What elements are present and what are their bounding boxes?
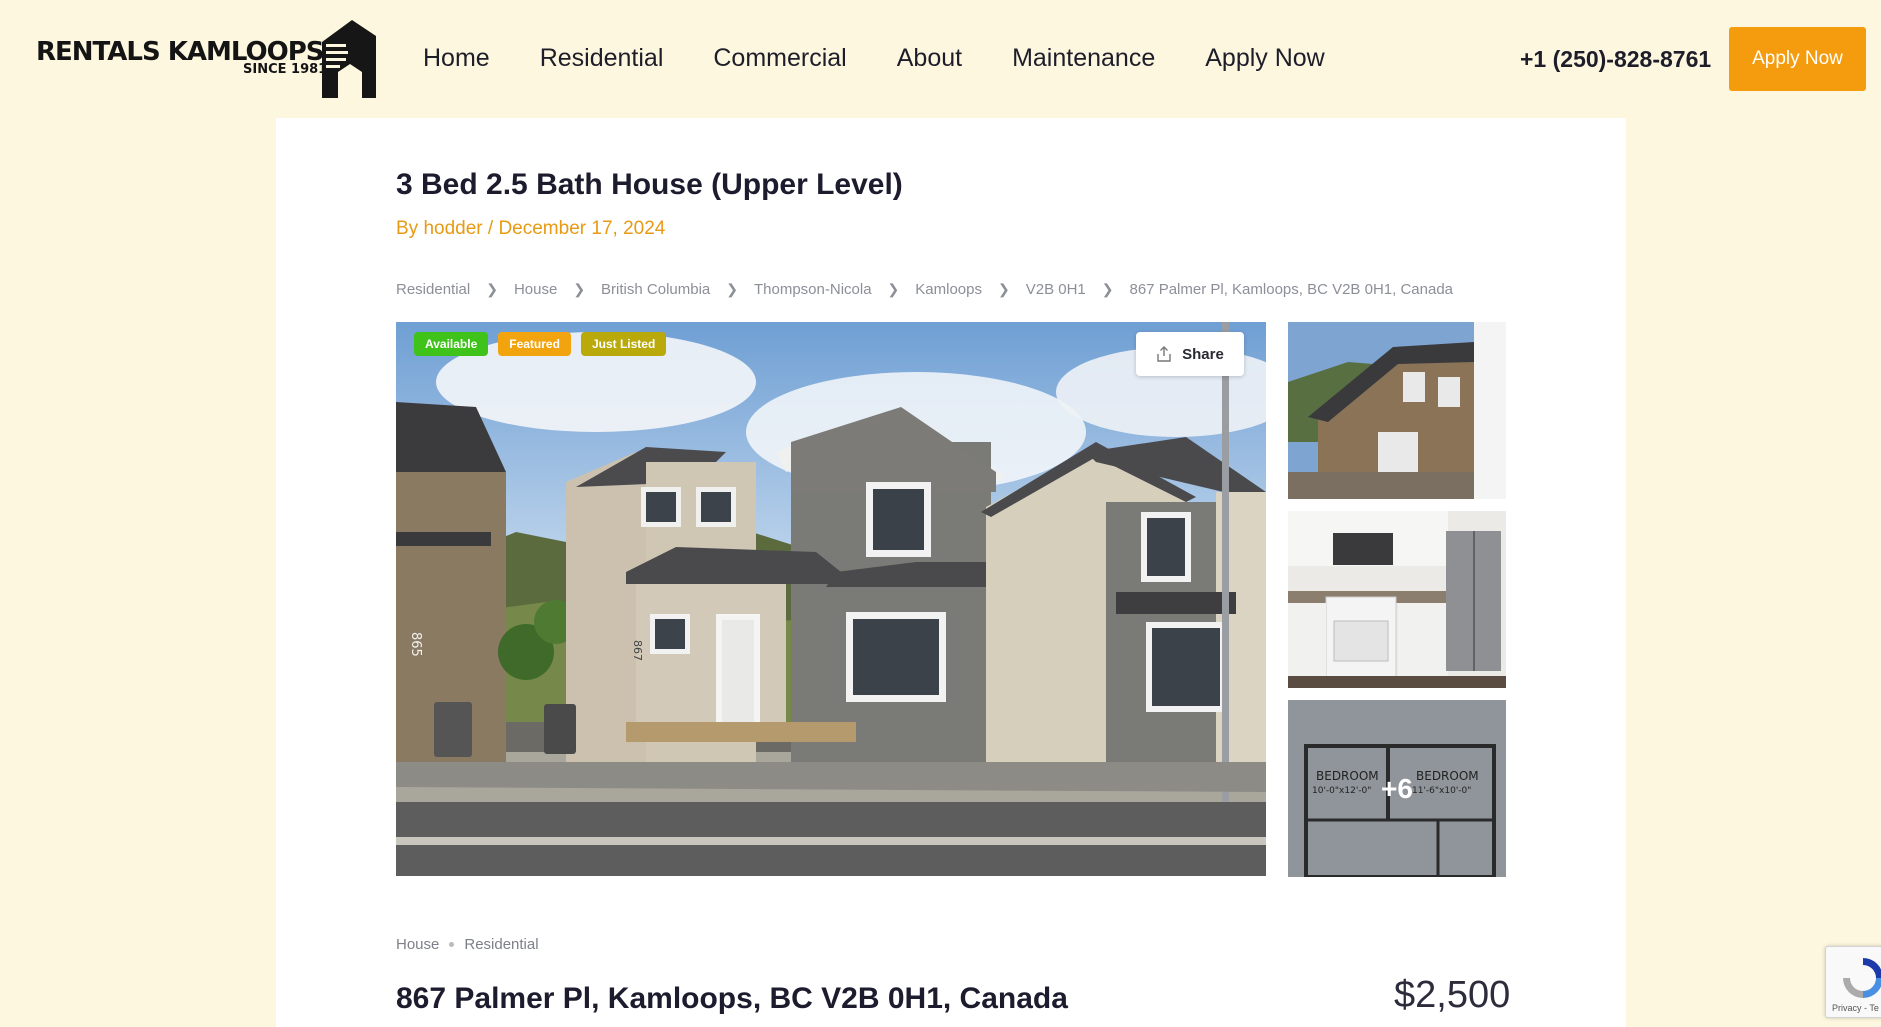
nav-home[interactable]: Home (423, 44, 490, 73)
share-button[interactable]: Share (1136, 332, 1244, 376)
chevron-right-icon: ❯ (486, 281, 498, 297)
nav-about[interactable]: About (897, 44, 962, 73)
main-nav: Home Residential Commercial About Mainte… (423, 44, 1375, 73)
listing-title: 3 Bed 2.5 Bath House (Upper Level) (396, 168, 903, 201)
badge-featured: Featured (498, 332, 571, 356)
badge-just-listed: Just Listed (580, 332, 667, 356)
logo-sub-text: SINCE 1981 (243, 62, 328, 77)
main-property-photo[interactable]: 865 867 Available Featured Just Listed S… (396, 322, 1266, 876)
listing-address: 867 Palmer Pl, Kamloops, BC V2B 0H1, Can… (396, 982, 1068, 1015)
kitchen-image (1288, 511, 1506, 688)
thumbnail-kitchen[interactable] (1288, 511, 1506, 688)
nav-maintenance[interactable]: Maintenance (1012, 44, 1155, 73)
recaptcha-privacy-link[interactable]: Privacy - Te (1832, 1003, 1879, 1013)
house-logo-icon (322, 20, 376, 98)
separator-dot (449, 942, 455, 947)
share-label: Share (1182, 345, 1224, 363)
house-number-867: 867 (631, 640, 644, 661)
phone-link[interactable]: +1 (250)-828-8761 (1520, 46, 1711, 73)
site-logo[interactable]: RENTALS KAMLOOPS SINCE 1981 (36, 20, 381, 100)
breadcrumb-postal[interactable]: V2B 0H1 (1026, 281, 1086, 298)
site-header: RENTALS KAMLOOPS SINCE 1981 Home Residen… (0, 0, 1881, 118)
type-residential[interactable]: Residential (464, 936, 538, 953)
chevron-right-icon: ❯ (573, 281, 586, 297)
breadcrumb-province[interactable]: British Columbia (601, 281, 710, 298)
house-number-865: 865 (408, 632, 423, 657)
breadcrumb-address: 867 Palmer Pl, Kamloops, BC V2B 0H1, Can… (1129, 281, 1454, 298)
listing-card: 3 Bed 2.5 Bath House (Upper Level) By ho… (276, 118, 1626, 1027)
listing-price: $2,500 (1394, 974, 1511, 1016)
badge-available: Available (414, 332, 489, 356)
breadcrumb-residential[interactable]: Residential (396, 281, 470, 298)
breadcrumb-region[interactable]: Thompson-Nicola (754, 281, 872, 298)
apply-now-button[interactable]: Apply Now (1729, 27, 1866, 91)
nav-commercial[interactable]: Commercial (713, 44, 846, 73)
share-icon (1157, 346, 1171, 362)
house-exterior-image: 865 867 (396, 322, 1266, 876)
chevron-right-icon: ❯ (726, 281, 738, 297)
nav-apply-now[interactable]: Apply Now (1205, 44, 1325, 73)
thumbnail-exterior[interactable] (1288, 322, 1506, 499)
recaptcha-icon (1843, 958, 1881, 998)
chevron-right-icon: ❯ (887, 281, 900, 297)
property-types: House Residential (396, 936, 539, 953)
recaptcha-badge[interactable]: Privacy - Te (1825, 946, 1881, 1018)
house-rear-image (1288, 322, 1506, 499)
chevron-right-icon: ❯ (1101, 281, 1114, 297)
thumbnail-floorplan[interactable]: BEDROOM 10'-0"x12'-0" BEDROOM 11'-6"x10'… (1288, 700, 1506, 877)
breadcrumb-city[interactable]: Kamloops (915, 281, 982, 298)
breadcrumb: Residential ❯ House ❯ British Columbia ❯… (396, 281, 1453, 298)
breadcrumb-house[interactable]: House (514, 281, 557, 298)
more-photos-count: +6 (1381, 772, 1413, 804)
type-house[interactable]: House (396, 936, 439, 953)
status-badges: Available Featured Just Listed (414, 332, 667, 356)
listing-byline: By hodder / December 17, 2024 (396, 218, 666, 239)
chevron-right-icon: ❯ (997, 281, 1010, 297)
nav-residential[interactable]: Residential (540, 44, 664, 73)
